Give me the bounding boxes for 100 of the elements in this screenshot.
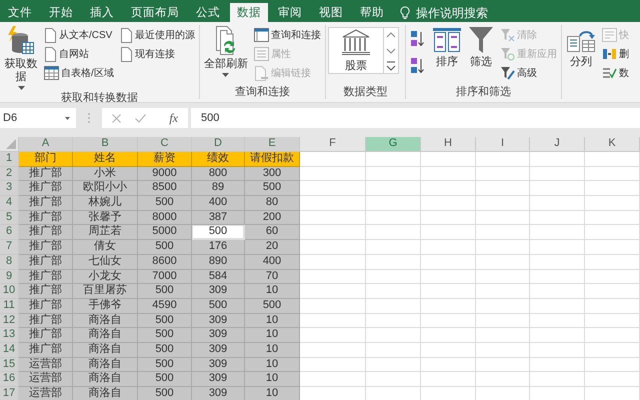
menu-tab[interactable]: 帮助 [353,4,391,22]
row-header[interactable]: 16 [0,372,19,387]
column-header[interactable]: K [585,137,640,152]
ribbon-button[interactable]: 自表格/区域 [42,65,116,81]
empty-cell [366,240,421,255]
empty-cell [585,314,640,328]
window-icon [254,28,269,42]
ribbon-button[interactable]: 分列 [564,25,598,70]
column-header[interactable]: H [421,137,476,152]
cancel-icon[interactable] [112,114,121,122]
empty-cell [585,196,640,211]
column-header[interactable]: C [138,137,192,152]
ribbon-button[interactable]: 从文本/CSV [42,27,116,43]
drag-handle-icon[interactable] [88,113,90,123]
ribbon-button[interactable]: 查询和连接 [252,27,323,43]
row-header[interactable]: 5 [0,210,19,226]
table-cell: 运营部 [19,372,73,387]
menu-tab[interactable]: 数据 [230,3,268,22]
row-header[interactable]: 6 [0,225,19,240]
table-cell: 309 [192,328,245,343]
list-icon [254,47,269,61]
menu-tab[interactable]: 插入 [83,4,121,22]
group-label: 查询和连接 [234,85,291,99]
row-header[interactable]: 7 [0,240,19,255]
row-header[interactable]: 1 [0,152,19,167]
table-cell: 89 [192,181,245,196]
table-cell: 部门 [19,152,73,167]
menu-tab[interactable]: 文件 [1,4,39,22]
table-cell: 800 [192,166,245,182]
document-icon [120,46,133,62]
empty-cell [366,284,421,299]
column-header[interactable]: E [245,137,300,152]
ribbon-button[interactable]: 高级 [498,65,559,81]
empty-cell [530,372,585,387]
empty-cell [476,314,530,328]
ribbon-button[interactable]: 最近使用的源 [118,27,197,43]
sort-ascending-icon[interactable] [410,30,426,48]
column-header[interactable]: J [530,137,585,152]
ribbon-button[interactable]: 删 [600,46,631,62]
reapply-filter-icon [500,47,515,61]
menu-tab[interactable]: 公式 [189,4,227,22]
table-cell: 176 [192,240,245,255]
row-header[interactable]: 4 [0,196,19,211]
row-header[interactable]: 17 [0,387,19,400]
empty-cell [421,358,476,372]
empty-cell [421,196,476,211]
row-header[interactable]: 15 [0,358,19,372]
table-cell: 60 [245,225,300,240]
empty-cell [421,298,476,314]
empty-cell [476,240,530,255]
menu-tab[interactable]: 审阅 [271,4,309,22]
enter-icon[interactable] [135,114,146,122]
formula-input[interactable]: 500 [191,108,640,128]
row-header[interactable]: 9 [0,270,19,284]
ribbon-button[interactable]: 排序 [430,25,464,70]
ribbon-button[interactable]: 获取数据 [2,25,40,91]
column-header[interactable]: A [19,137,73,152]
menu-tab[interactable]: 页面布局 [124,4,186,22]
table-cell: 推广部 [19,270,73,284]
ribbon-button[interactable]: 筛选 [466,25,496,70]
select-all-icon [6,139,16,149]
row-header[interactable]: 10 [0,284,19,299]
column-header[interactable]: D [192,137,245,152]
table-cell: 80 [245,196,300,211]
ribbon-button[interactable]: 自网站 [42,46,116,62]
ribbon-button[interactable]: 现有连接 [118,46,197,62]
table-cell: 姓名 [73,152,138,167]
sort-descending-icon[interactable] [410,57,426,75]
ribbon-button[interactable]: 全部刷新 [202,25,250,78]
ribbon-button[interactable]: 数 [600,65,631,81]
menu-tab[interactable]: 开始 [42,4,80,22]
column-header[interactable]: I [476,137,530,152]
row-header[interactable]: 2 [0,166,19,182]
row-header[interactable]: 11 [0,298,19,314]
row-header[interactable]: 8 [0,254,19,270]
empty-cell [476,152,530,167]
column-header[interactable]: B [73,137,138,152]
empty-cell [530,240,585,255]
column-header[interactable]: G [366,137,421,152]
table-cell: 推广部 [19,210,73,226]
table-cell: 运营部 [19,358,73,372]
table-cell: 309 [192,314,245,328]
name-box[interactable]: D6 [0,108,76,128]
document-icon [44,28,57,42]
row-header[interactable]: 3 [0,181,19,196]
empty-cell [421,314,476,328]
table-cell: 400 [192,196,245,211]
stock-gallery[interactable]: 股票 [328,27,384,74]
column-header[interactable]: F [300,137,366,152]
insert-function-button[interactable]: fx [169,110,178,126]
row-header[interactable]: 14 [0,342,19,358]
table-cell: 8500 [138,181,192,196]
select-all-corner[interactable] [0,137,19,152]
tell-me-search[interactable]: 操作说明搜索 [416,4,488,22]
row-header[interactable]: 13 [0,328,19,343]
row-header[interactable]: 12 [0,314,19,328]
empty-cell [476,196,530,211]
table-cell: 商洛自 [73,358,138,372]
table-cell: 500 [192,298,245,314]
menu-tab[interactable]: 视图 [312,4,350,22]
